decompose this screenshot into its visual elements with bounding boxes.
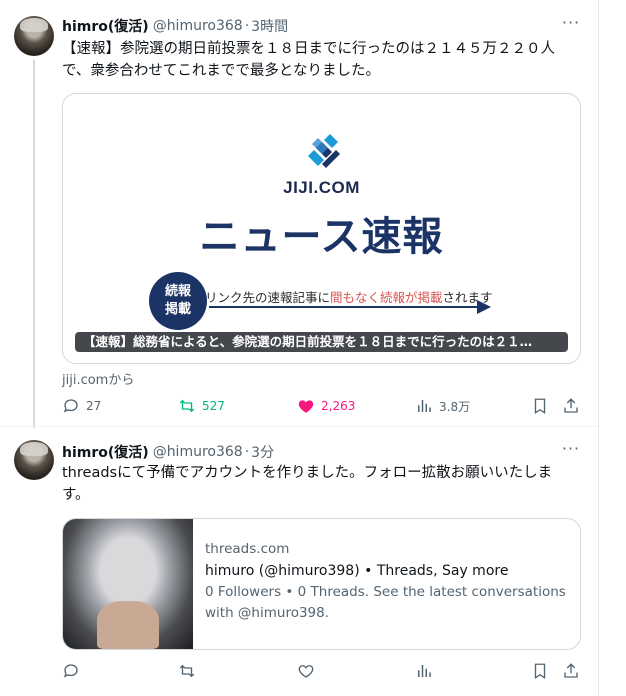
bookmark-button[interactable]	[531, 397, 555, 415]
retweet-button[interactable]	[178, 662, 202, 680]
views-button[interactable]	[415, 662, 439, 680]
retweet-button[interactable]: 527	[178, 397, 225, 415]
threads-link-card[interactable]: threads.com himuro (@himuro398) • Thread…	[62, 518, 581, 650]
thread-line	[33, 60, 35, 428]
reply-icon	[63, 664, 78, 678]
display-name[interactable]: himro(復活)	[62, 16, 149, 36]
separator-dot: ·	[244, 444, 250, 460]
tweet[interactable]: himro(復活) @himuro368 · 3分 ··· threadsにて予…	[0, 426, 598, 696]
bookmark-icon	[534, 663, 546, 680]
notice-text: リンク先の速報記事に	[205, 290, 331, 305]
notice-highlight: 間もなく続報が掲載	[330, 290, 443, 305]
tweet[interactable]: himro(復活) @himuro368 · 3時間 ··· 【速報】参院選の期…	[0, 0, 598, 428]
tweet-text: 【速報】参院選の期日前投票を１８日までに行ったのは２１４５万２２０人 で、衆参合…	[62, 38, 582, 82]
tweet-text-line: で、衆参合わせてこれまでで最多となりました。	[62, 63, 380, 79]
separator-dot: ·	[244, 18, 250, 34]
followup-notice: リンク先の速報記事に間もなく続報が掲載されます	[205, 287, 493, 306]
retweet-count: 527	[202, 399, 225, 413]
reply-count: 27	[86, 399, 102, 413]
link-info: threads.com himuro (@himuro398) • Thread…	[205, 541, 575, 624]
badge-line: 続報	[164, 284, 191, 299]
column-border	[598, 0, 599, 696]
tweet-actions	[62, 662, 582, 684]
link-description-line: with @himuro398.	[205, 605, 330, 621]
notice-arrow-icon	[477, 300, 491, 314]
views-count: 3.8万	[439, 399, 471, 414]
tweet-text-line: 【速報】参院選の期日前投票を１８日までに行ったのは２１４５万２２０人	[62, 41, 555, 57]
tweet-text-line: threadsにて予備でアカウントを作りました。フォロー拡散お願いいたしま	[62, 465, 553, 481]
link-domain: threads.com	[205, 541, 290, 557]
jiji-logo-text: JIJI.COM	[283, 178, 360, 197]
like-icon	[298, 400, 314, 413]
views-icon	[418, 400, 431, 412]
share-button[interactable]	[562, 662, 586, 680]
link-description: 0 Followers • 0 Threads. See the latest …	[205, 582, 575, 624]
like-button[interactable]: 2,263	[297, 397, 355, 415]
more-icon[interactable]: ···	[560, 441, 582, 462]
display-name[interactable]: himro(復活)	[62, 442, 149, 462]
reply-button[interactable]	[62, 662, 86, 680]
bookmark-icon	[534, 398, 546, 415]
badge-line: 掲載	[164, 302, 191, 317]
user-handle[interactable]: @himuro368	[153, 444, 243, 460]
like-count: 2,263	[321, 399, 356, 413]
share-icon	[564, 398, 578, 413]
views-icon	[418, 665, 431, 677]
link-thumbnail	[63, 519, 193, 649]
like-icon	[298, 665, 314, 678]
timestamp[interactable]: 3時間	[251, 16, 288, 36]
jiji-logo: JIJI.COM	[63, 134, 580, 198]
link-source[interactable]: jiji.comから	[62, 369, 134, 388]
timestamp[interactable]: 3分	[251, 442, 274, 462]
more-icon[interactable]: ···	[560, 15, 582, 36]
avatar[interactable]	[14, 16, 54, 56]
avatar[interactable]	[14, 440, 54, 480]
retweet-icon	[179, 399, 195, 413]
followup-badge: 続報 掲載	[149, 272, 207, 330]
bookmark-button[interactable]	[531, 662, 555, 680]
retweet-icon	[179, 664, 195, 678]
card-caption[interactable]: 【速報】総務省によると、参院選の期日前投票を１８日までに行ったのは２１…	[75, 332, 568, 352]
reply-button[interactable]: 27	[62, 397, 101, 415]
link-preview-card[interactable]: JIJI.COM ニュース速報 続報 掲載 リンク先の速報記事に間もなく続報が掲…	[62, 93, 581, 364]
like-button[interactable]	[297, 662, 321, 680]
jiji-logo-icon	[307, 134, 340, 168]
user-handle[interactable]: @himuro368	[153, 18, 243, 34]
link-title: himuro (@himuro398) • Threads, Say more	[205, 563, 509, 579]
tweet-text: threadsにて予備でアカウントを作りました。フォロー拡散お願いいたしま す。	[62, 462, 582, 506]
share-button[interactable]	[562, 397, 586, 415]
tweet-header: himro(復活) @himuro368 · 3分	[62, 442, 274, 462]
tweet-text-line: す。	[62, 487, 90, 503]
notice-underline	[209, 306, 489, 308]
link-description-line: 0 Followers • 0 Threads. See the latest …	[205, 584, 566, 600]
share-icon	[564, 663, 578, 678]
views-button[interactable]: 3.8万	[415, 397, 470, 415]
news-headline: ニュース速報	[199, 214, 444, 260]
tweet-actions: 27 527 2,263 3.8万	[62, 397, 582, 419]
reply-icon	[63, 399, 78, 413]
tweet-header: himro(復活) @himuro368 · 3時間	[62, 16, 288, 36]
